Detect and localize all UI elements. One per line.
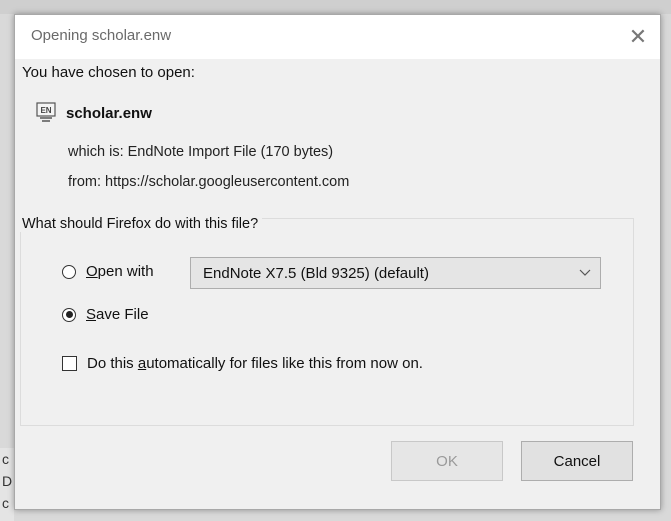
chosen-label: You have chosen to open:	[22, 64, 195, 81]
file-type: which is: EndNote Import File (170 bytes…	[68, 144, 334, 160]
open-with-accesskey: O	[86, 263, 98, 280]
file-name: scholar.enw	[66, 104, 152, 122]
open-with-label-rest: pen with	[97, 263, 154, 280]
chevron-down-icon[interactable]	[570, 266, 600, 280]
open-with-radio[interactable]	[62, 264, 76, 279]
save-file-label[interactable]: Save File	[86, 306, 149, 323]
file-source: from: https://scholar.googleusercontent.…	[68, 174, 350, 190]
auto-label[interactable]: Do this automatically for files like thi…	[87, 355, 423, 372]
application-select-value: EndNote X7.5 (Bld 9325) (default)	[203, 264, 429, 282]
background-page	[0, 0, 671, 14]
open-with-label[interactable]: Open with	[86, 263, 154, 280]
auto-checkbox[interactable]	[62, 356, 77, 371]
application-select[interactable]: EndNote X7.5 (Bld 9325) (default)	[190, 257, 601, 289]
auto-label-after: utomatically for files like this from no…	[146, 355, 423, 372]
ok-button[interactable]: OK	[391, 441, 503, 481]
background-text: c	[2, 495, 9, 511]
close-icon[interactable]: ✕	[616, 15, 660, 59]
cancel-button[interactable]: Cancel	[521, 441, 633, 481]
save-file-label-rest: ave File	[96, 306, 149, 323]
background-text: D	[2, 473, 13, 489]
save-file-option[interactable]: Save File	[62, 306, 149, 323]
file-icon-text: EN	[40, 106, 51, 115]
background-page-fragment: c D c	[0, 448, 14, 521]
save-file-radio[interactable]	[62, 307, 76, 322]
save-file-accesskey: S	[86, 306, 97, 323]
auto-accesskey: a	[137, 355, 147, 372]
title-bar: Opening scholar.enw ✕	[15, 15, 660, 59]
group-legend: What should Firefox do with this file?	[18, 216, 263, 232]
file-info: EN scholar.enw	[36, 102, 152, 124]
background-text: c	[2, 451, 9, 467]
auto-option[interactable]: Do this automatically for files like thi…	[62, 355, 423, 372]
auto-label-before: Do this	[87, 355, 138, 372]
endnote-file-icon: EN	[36, 102, 56, 124]
open-with-option[interactable]: Open with	[62, 263, 154, 280]
dialog-title: Opening scholar.enw	[31, 27, 172, 44]
